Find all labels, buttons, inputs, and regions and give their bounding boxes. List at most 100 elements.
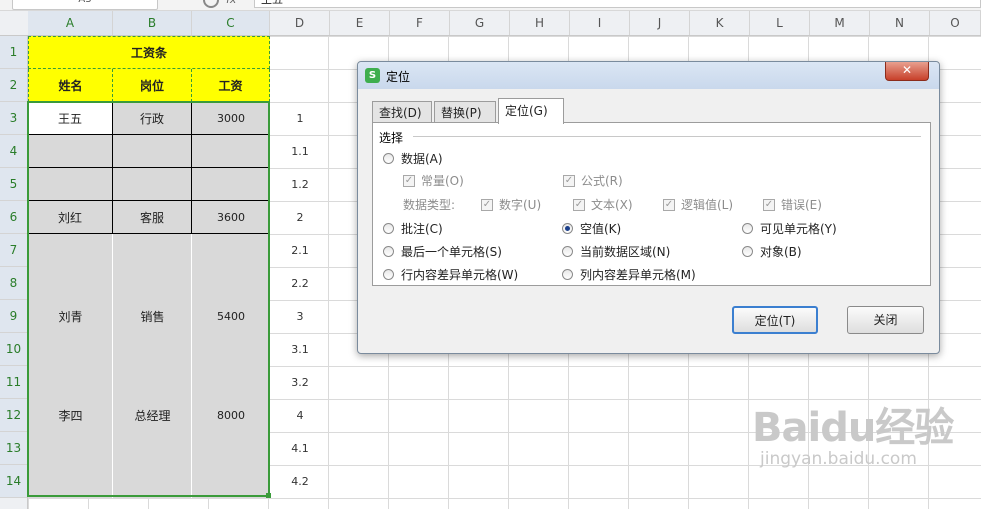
selection-border [27, 101, 270, 497]
name-box[interactable]: A3 [12, 0, 158, 10]
tab-replace[interactable]: 替换(P) [434, 101, 496, 123]
locate-button[interactable]: 定位(T) [732, 306, 818, 334]
checkbox-icon: ✓ [563, 174, 575, 187]
row-header-3[interactable]: 3 [0, 102, 27, 135]
checkbox-icon: ✓ [763, 198, 775, 211]
checkbox-icon: ✓ [573, 198, 585, 211]
col-header-k[interactable]: K [690, 11, 750, 35]
column-header: A B C D E F G H I J K L M N O [0, 11, 981, 36]
formula-input[interactable]: 王五 [254, 0, 981, 8]
cell-d3[interactable]: 1 [270, 102, 330, 135]
cell-d14[interactable]: 4.2 [270, 465, 330, 498]
row-header-14[interactable]: 14 [0, 465, 27, 498]
radio-icon[interactable] [383, 223, 394, 234]
col-header-f[interactable]: F [390, 11, 450, 35]
radio-icon[interactable] [383, 246, 394, 257]
watermark-logo: Baidu经验 [752, 405, 954, 451]
cell-d4[interactable]: 1.1 [270, 135, 330, 168]
option-text: ✓ 文本(X) [573, 198, 633, 212]
close-button[interactable]: 关闭 [847, 306, 924, 334]
row-header: 1 2 3 4 5 6 7 8 9 10 11 12 13 14 [0, 36, 28, 509]
goto-panel: 选择 数据(A) ✓ 常量(O) ✓ 公式(R) 数据类型: ✓ 数字(U) ✓ 文本(… [372, 122, 931, 286]
goto-dialog: S 定位 ✕ 查找(D) 替换(P) 定位(G) 选择 数据(A) ✓ 常量(O)… [357, 61, 940, 354]
col-header-e[interactable]: E [330, 11, 390, 35]
cell-d8[interactable]: 2.2 [270, 267, 330, 300]
row-header-10[interactable]: 10 [0, 333, 27, 366]
option-current-region[interactable]: 当前数据区域(N) [562, 243, 670, 260]
row-header-6[interactable]: 6 [0, 201, 27, 234]
radio-selected-icon[interactable] [562, 223, 573, 234]
fx-label: fx [226, 0, 236, 6]
option-blank[interactable]: 空值(K) [562, 220, 621, 237]
radio-icon[interactable] [383, 269, 394, 280]
dialog-title: 定位 [386, 70, 411, 84]
dialog-body: 查找(D) 替换(P) 定位(G) 选择 数据(A) ✓ 常量(O) ✓ 公式(R)… [364, 95, 932, 346]
cell-d6[interactable]: 2 [270, 201, 330, 234]
row-header-5[interactable]: 5 [0, 168, 27, 201]
col-header-a[interactable]: A [28, 11, 113, 35]
option-objects[interactable]: 对象(B) [742, 243, 802, 260]
option-number: ✓ 数字(U) [481, 198, 542, 212]
row-header-12[interactable]: 12 [0, 399, 27, 432]
wps-app-icon: S [365, 68, 380, 83]
option-logical: ✓ 逻辑值(L) [663, 198, 734, 212]
cell-d10[interactable]: 3.1 [270, 333, 330, 366]
cell-d12[interactable]: 4 [270, 399, 330, 432]
row-header-2[interactable]: 2 [0, 69, 27, 102]
radio-icon[interactable] [562, 269, 573, 280]
option-last-cell[interactable]: 最后一个单元格(S) [383, 243, 502, 260]
header-cell-name[interactable]: 姓名 [28, 69, 113, 102]
radio-icon[interactable] [742, 223, 753, 234]
row-header-9[interactable]: 9 [0, 300, 27, 333]
col-header-g[interactable]: G [450, 11, 510, 35]
cell-d9[interactable]: 3 [270, 300, 330, 333]
cell-d7[interactable]: 2.1 [270, 234, 330, 267]
checkbox-icon: ✓ [403, 174, 415, 187]
col-header-o[interactable]: O [930, 11, 981, 35]
formula-bar: A3 fx 王五 [0, 0, 981, 11]
col-header-n[interactable]: N [870, 11, 930, 35]
baidu-watermark: Baidu经验 jingyan.baidu.com [752, 395, 954, 469]
row-header-7[interactable]: 7 [0, 234, 27, 267]
cell-d11[interactable]: 3.2 [270, 366, 330, 399]
col-header-i[interactable]: I [570, 11, 630, 35]
search-icon[interactable] [203, 0, 219, 8]
row-header-11[interactable]: 11 [0, 366, 27, 399]
option-constant: ✓ 常量(O) [403, 174, 464, 188]
radio-icon[interactable] [383, 153, 394, 164]
row-header-13[interactable]: 13 [0, 432, 27, 465]
header-cell-salary[interactable]: 工资 [192, 69, 270, 102]
col-header-j[interactable]: J [630, 11, 690, 35]
group-title: 选择 [379, 131, 404, 145]
radio-icon[interactable] [742, 246, 753, 257]
cell-d13[interactable]: 4.1 [270, 432, 330, 465]
col-header-c[interactable]: C [192, 11, 270, 35]
option-row-differences[interactable]: 行内容差异单元格(W) [383, 266, 518, 283]
title-cell[interactable]: 工资条 [28, 36, 270, 69]
option-comment[interactable]: 批注(C) [383, 220, 443, 237]
close-icon[interactable]: ✕ [885, 62, 929, 81]
cell-d5[interactable]: 1.2 [270, 168, 330, 201]
data-type-label: 数据类型: [403, 198, 456, 212]
tab-goto[interactable]: 定位(G) [498, 98, 564, 124]
option-formula: ✓ 公式(R) [563, 174, 623, 188]
tab-find[interactable]: 查找(D) [372, 101, 432, 123]
row-header-8[interactable]: 8 [0, 267, 27, 300]
option-column-differences[interactable]: 列内容差异单元格(M) [562, 266, 696, 283]
group-divider [413, 136, 921, 137]
dialog-titlebar[interactable]: S 定位 ✕ [358, 62, 939, 89]
checkbox-icon: ✓ [481, 198, 493, 211]
col-header-d[interactable]: D [270, 11, 330, 35]
option-error: ✓ 错误(E) [763, 198, 822, 212]
col-header-m[interactable]: M [810, 11, 870, 35]
col-header-l[interactable]: L [750, 11, 810, 35]
col-header-b[interactable]: B [113, 11, 192, 35]
row-header-1[interactable]: 1 [0, 36, 27, 69]
option-data[interactable]: 数据(A) [383, 150, 443, 167]
header-cell-position[interactable]: 岗位 [113, 69, 192, 102]
row-header-4[interactable]: 4 [0, 135, 27, 168]
radio-icon[interactable] [562, 246, 573, 257]
col-header-h[interactable]: H [510, 11, 570, 35]
option-visible-cells[interactable]: 可见单元格(Y) [742, 220, 837, 237]
checkbox-icon: ✓ [663, 198, 675, 211]
